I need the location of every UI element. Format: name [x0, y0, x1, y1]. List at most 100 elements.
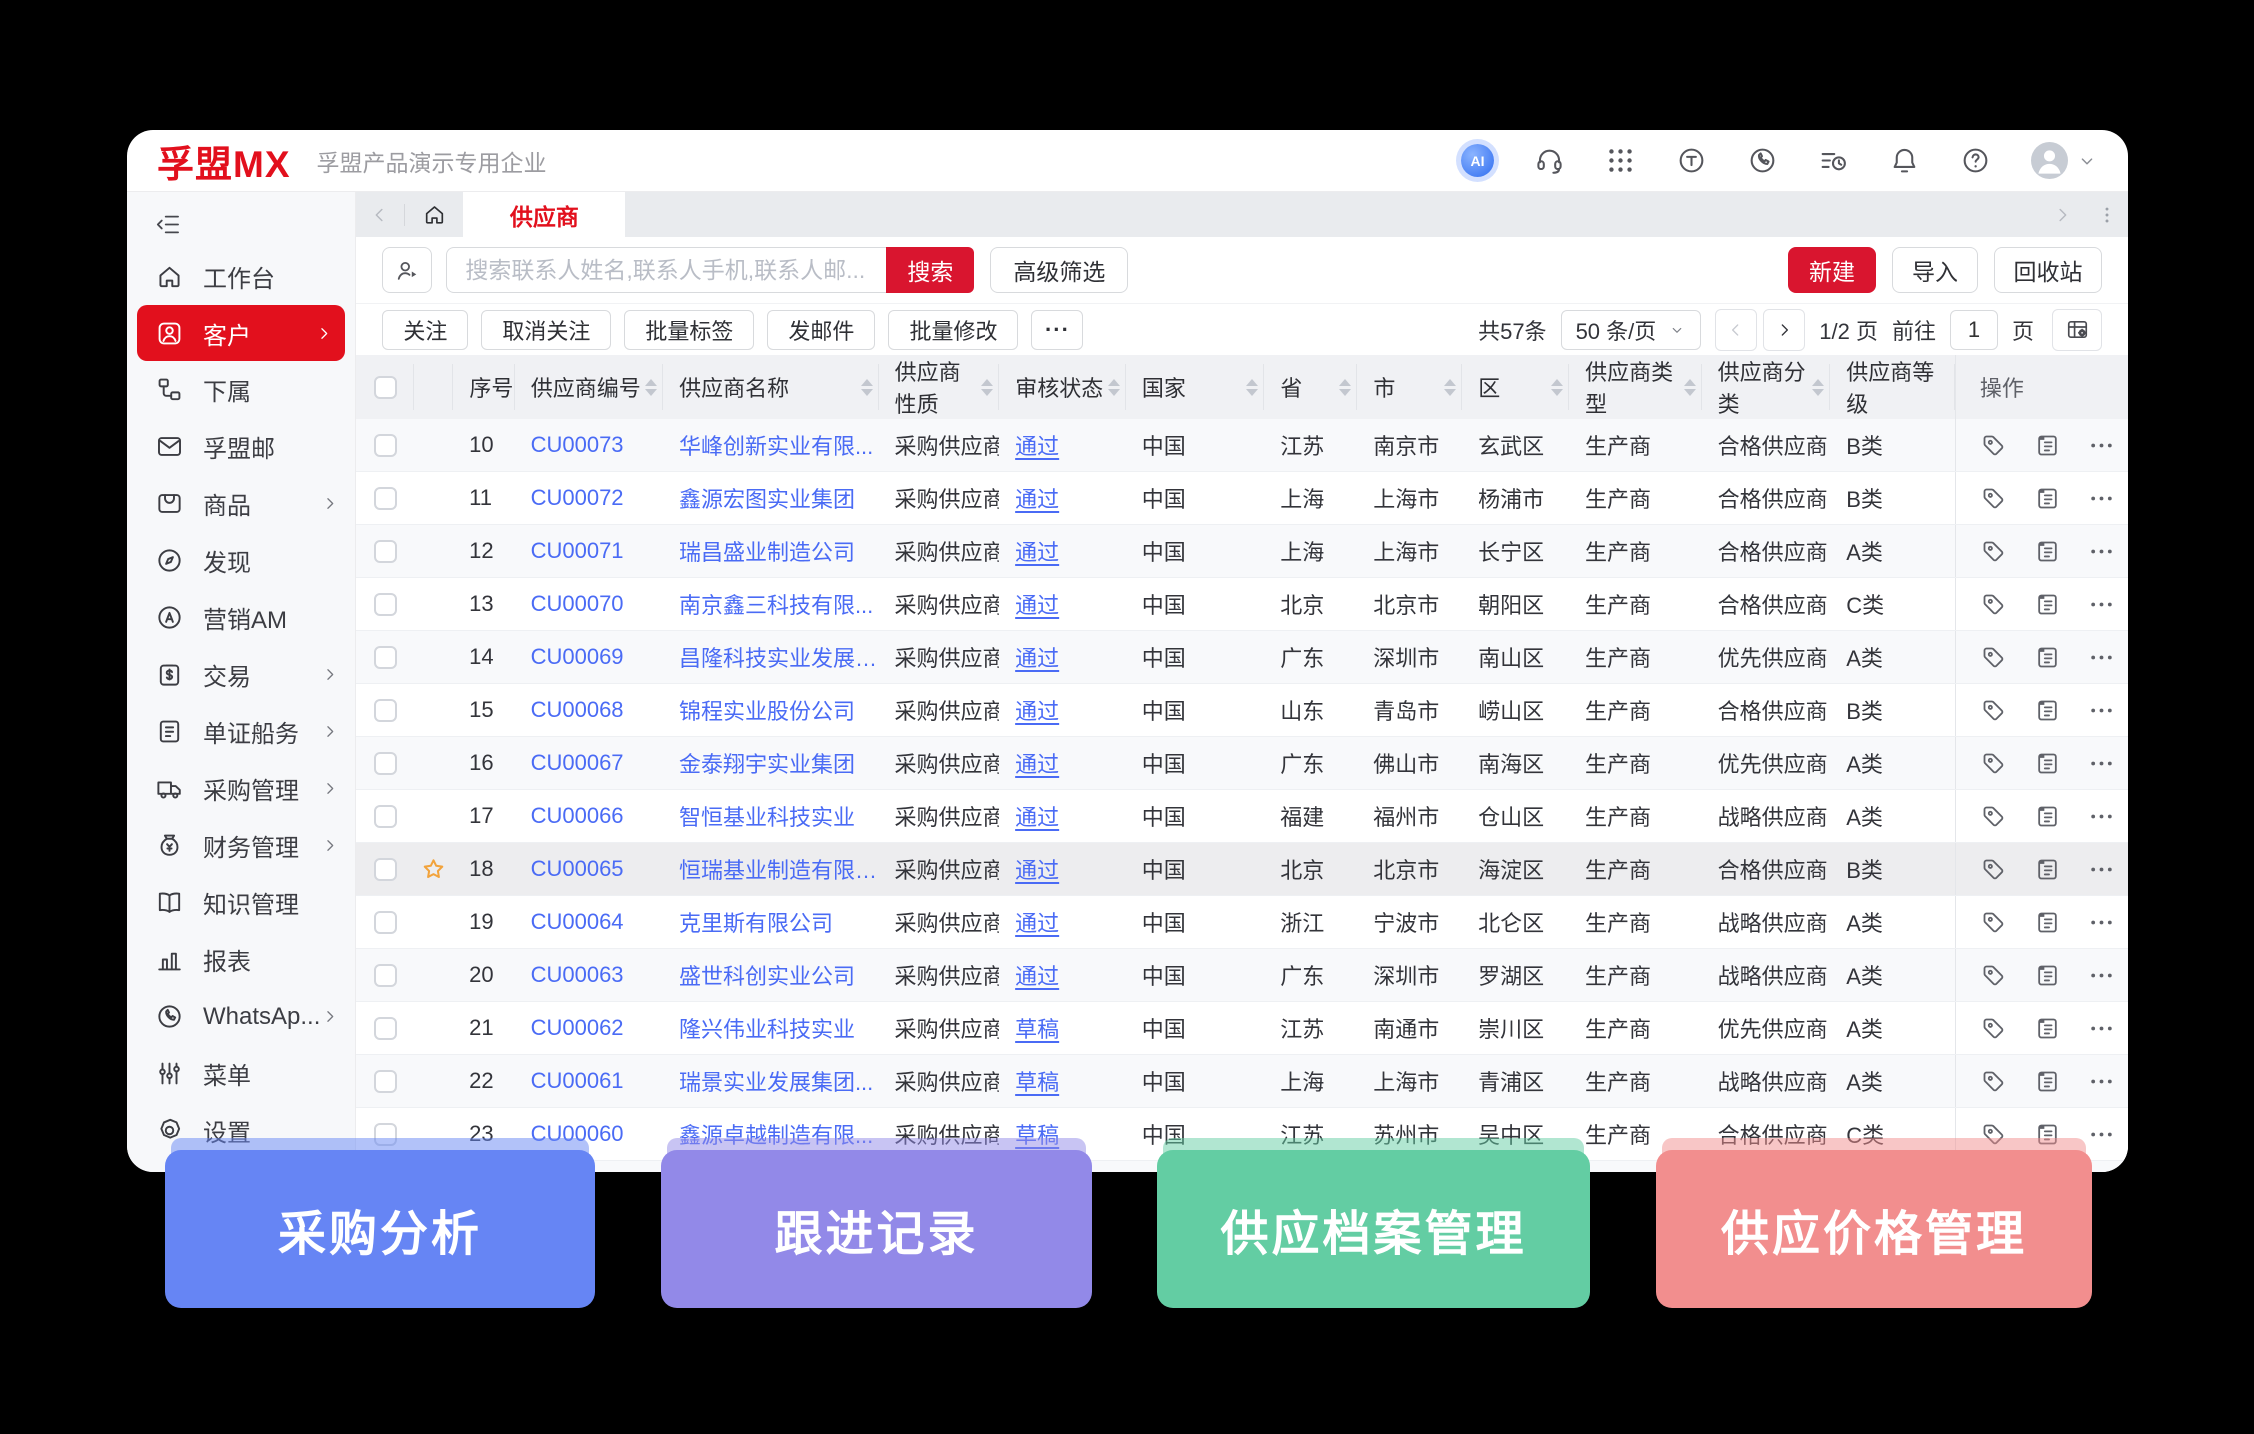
audit-status-link[interactable]: 通过	[1015, 641, 1059, 673]
collapse-sidebar-icon[interactable]	[155, 211, 182, 238]
supplier-name-link[interactable]: 瑞昌盛业制造公司	[679, 535, 855, 567]
column-header[interactable]: 审核状态	[999, 355, 1126, 419]
row-detail-button[interactable]	[2034, 1068, 2061, 1095]
goto-page-input[interactable]	[1950, 310, 1998, 350]
audit-status-link[interactable]: 通过	[1015, 694, 1059, 726]
row-checkbox[interactable]	[374, 752, 397, 775]
sort-icon[interactable]	[1246, 379, 1258, 396]
avatar[interactable]	[2031, 142, 2068, 179]
table-row[interactable]: 14CU00069昌隆科技实业发展…采购供应商通过中国广东深圳市南山区生产商优先…	[356, 631, 2128, 684]
audit-status-link[interactable]: 草稿	[1015, 1118, 1059, 1150]
row-detail-button[interactable]	[2034, 432, 2061, 459]
sidebar-item-trade[interactable]: 交易	[127, 646, 355, 703]
row-tag-button[interactable]	[1980, 485, 2007, 512]
select-all-checkbox[interactable]	[374, 376, 397, 399]
search-button[interactable]: 搜索	[886, 247, 974, 293]
apps-grid-icon[interactable]	[1605, 145, 1636, 176]
sort-icon[interactable]	[645, 379, 657, 396]
sort-icon[interactable]	[1812, 379, 1824, 396]
row-tag-button[interactable]	[1980, 591, 2007, 618]
batch-tag-button[interactable]: 批量标签	[624, 310, 754, 350]
sidebar-item-marketing[interactable]: 营销AM	[127, 589, 355, 646]
advanced-filter-button[interactable]: 高级筛选	[990, 247, 1128, 293]
audit-status-link[interactable]: 通过	[1015, 906, 1059, 938]
column-header[interactable]: 国家	[1126, 355, 1264, 419]
table-row[interactable]: 21CU00062隆兴伟业科技实业采购供应商草稿中国江苏南通市崇川区生产商优先供…	[356, 1002, 2128, 1055]
supplier-code-link[interactable]: CU00071	[531, 538, 624, 564]
row-detail-button[interactable]	[2034, 538, 2061, 565]
audit-status-link[interactable]: 通过	[1015, 747, 1059, 779]
row-checkbox[interactable]	[374, 805, 397, 828]
supplier-code-link[interactable]: CU00067	[531, 750, 624, 776]
prev-page-button[interactable]	[1715, 309, 1757, 351]
audit-status-link[interactable]: 通过	[1015, 429, 1059, 461]
row-more-button[interactable]	[2088, 1015, 2115, 1042]
task-history-icon[interactable]	[1818, 145, 1849, 176]
row-checkbox[interactable]	[374, 646, 397, 669]
sidebar-item-finance[interactable]: 财务管理	[127, 817, 355, 874]
audit-status-link[interactable]: 草稿	[1015, 1012, 1059, 1044]
row-more-button[interactable]	[2088, 432, 2115, 459]
table-row[interactable]: 11CU00072鑫源宏图实业集团采购供应商通过中国上海上海市杨浦市生产商合格供…	[356, 472, 2128, 525]
sidebar-item-knowledge[interactable]: 知识管理	[127, 874, 355, 931]
search-type-button[interactable]	[382, 247, 432, 293]
audit-status-link[interactable]: 通过	[1015, 853, 1059, 885]
sort-icon[interactable]	[1444, 379, 1456, 396]
whatsapp-icon[interactable]	[1747, 145, 1778, 176]
notifications-icon[interactable]	[1889, 145, 1920, 176]
tab-back-button[interactable]	[356, 192, 404, 237]
supplier-code-link[interactable]: CU00064	[531, 909, 624, 935]
row-detail-button[interactable]	[2034, 591, 2061, 618]
recycle-bin-button[interactable]: 回收站	[1994, 247, 2102, 293]
row-checkbox[interactable]	[374, 858, 397, 881]
row-more-button[interactable]	[2088, 1068, 2115, 1095]
supplier-code-link[interactable]: CU00069	[531, 644, 624, 670]
row-checkbox[interactable]	[374, 699, 397, 722]
sort-icon[interactable]	[1551, 379, 1563, 396]
row-tag-button[interactable]	[1980, 962, 2007, 989]
column-header[interactable]: 供应商类型	[1569, 355, 1702, 419]
supplier-name-link[interactable]: 鑫源卓越制造有限...	[679, 1118, 873, 1150]
row-detail-button[interactable]	[2034, 1121, 2061, 1148]
sidebar-item-report[interactable]: 报表	[127, 931, 355, 988]
sidebar-item-whatsapp[interactable]: WhatsAp...	[127, 988, 355, 1045]
sort-icon[interactable]	[861, 379, 873, 396]
table-row[interactable]: 10CU00073华峰创新实业有限...采购供应商通过中国江苏南京市玄武区生产商…	[356, 419, 2128, 472]
column-header[interactable]: 区	[1462, 355, 1569, 419]
row-more-button[interactable]	[2088, 697, 2115, 724]
column-header[interactable]: 省	[1264, 355, 1357, 419]
row-detail-button[interactable]	[2034, 856, 2061, 883]
row-more-button[interactable]	[2088, 803, 2115, 830]
sort-icon[interactable]	[981, 379, 993, 396]
row-tag-button[interactable]	[1980, 644, 2007, 671]
row-detail-button[interactable]	[2034, 750, 2061, 777]
table-row[interactable]: 15CU00068锦程实业股份公司采购供应商通过中国山东青岛市崂山区生产商合格供…	[356, 684, 2128, 737]
sort-icon[interactable]	[1684, 379, 1696, 396]
home-tab-button[interactable]	[405, 192, 463, 237]
row-checkbox[interactable]	[374, 964, 397, 987]
sidebar-item-discover[interactable]: 发现	[127, 532, 355, 589]
row-detail-button[interactable]	[2034, 485, 2061, 512]
audit-status-link[interactable]: 草稿	[1015, 1065, 1059, 1097]
row-more-button[interactable]	[2088, 909, 2115, 936]
more-actions-button[interactable]: ···	[1031, 310, 1083, 350]
batch-edit-button[interactable]: 批量修改	[888, 310, 1018, 350]
audit-status-link[interactable]: 通过	[1015, 535, 1059, 567]
supplier-code-link[interactable]: CU00072	[531, 485, 624, 511]
supplier-name-link[interactable]: 恒瑞基业制造有限…	[679, 853, 877, 885]
table-row[interactable]: 16CU00067金泰翔宇实业集团采购供应商通过中国广东佛山市南海区生产商优先供…	[356, 737, 2128, 790]
table-row[interactable]: 12CU00071瑞昌盛业制造公司采购供应商通过中国上海上海市长宁区生产商合格供…	[356, 525, 2128, 578]
supplier-code-link[interactable]: CU00068	[531, 697, 624, 723]
row-detail-button[interactable]	[2034, 803, 2061, 830]
sidebar-item-goods[interactable]: 商品	[127, 475, 355, 532]
row-checkbox[interactable]	[374, 540, 397, 563]
supplier-name-link[interactable]: 瑞景实业发展集团...	[679, 1065, 873, 1097]
row-more-button[interactable]	[2088, 538, 2115, 565]
supplier-name-link[interactable]: 锦程实业股份公司	[679, 694, 855, 726]
supplier-name-link[interactable]: 智恒基业科技实业	[679, 800, 855, 832]
row-tag-button[interactable]	[1980, 538, 2007, 565]
feature-card[interactable]: 跟进记录	[661, 1150, 1092, 1308]
translate-chat-icon[interactable]	[1676, 145, 1707, 176]
row-checkbox[interactable]	[374, 1070, 397, 1093]
row-tag-button[interactable]	[1980, 697, 2007, 724]
